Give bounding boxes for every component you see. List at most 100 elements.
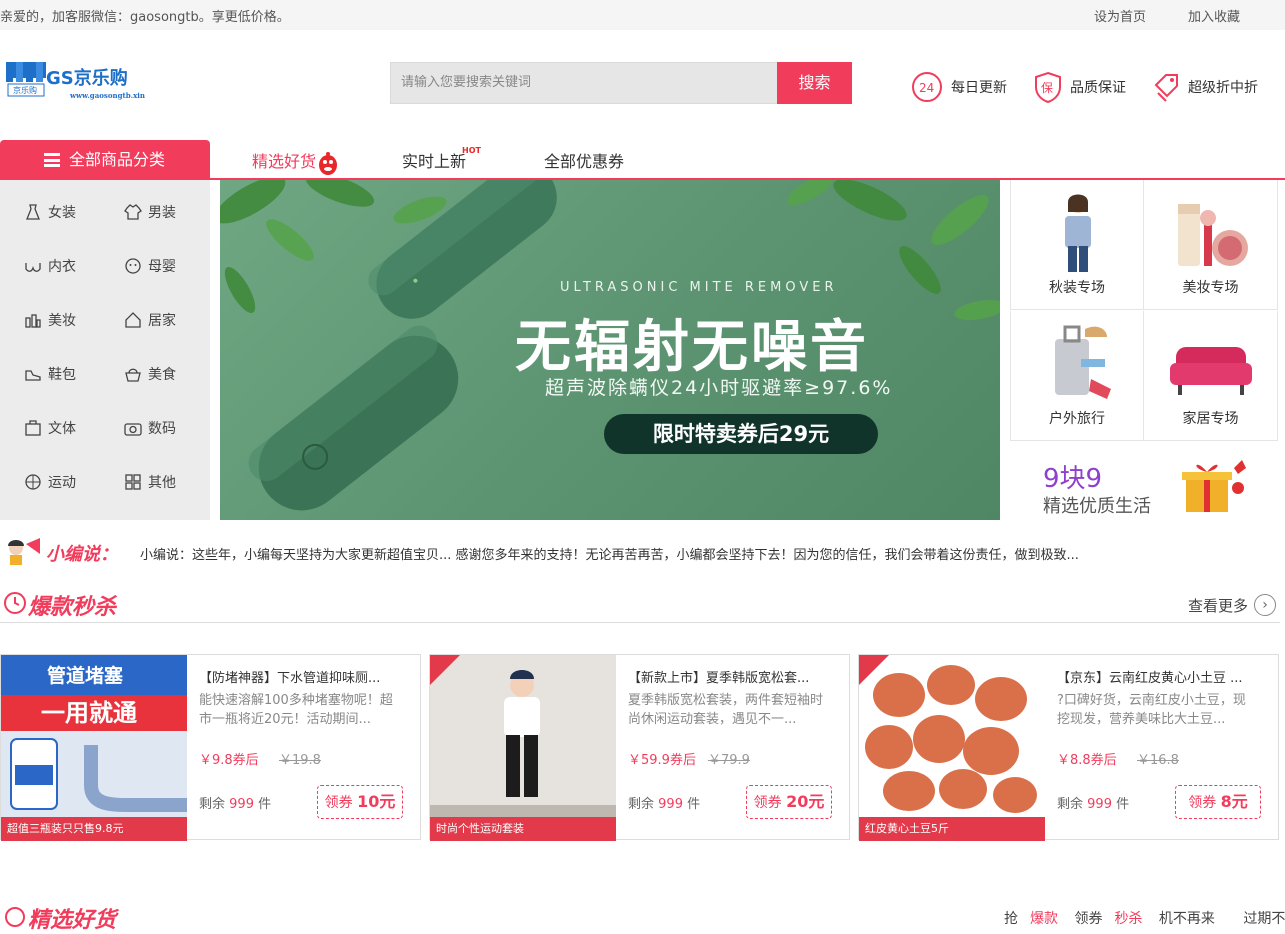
product-title[interactable]: 【京东】云南红皮黄心小土豆 ... [1057,667,1267,686]
cosmetics-photo [1178,204,1248,266]
featured-title: 精选好货 [28,908,117,933]
promo-label: 秋装专场 [1049,280,1105,296]
product-price: ￥8.8券后 [1057,753,1117,768]
product-title[interactable]: 【防堵神器】下水管道抑味厕... [199,667,409,686]
category-label: 母婴 [148,259,176,275]
notice-bar: 小编说： 小编说：这些年，小编每天坚持为大家更新超值宝贝... 感谢您多年来的支… [0,530,1285,574]
category-label: 居家 [148,313,176,329]
gift-box-icon [1182,460,1246,512]
category-baby[interactable]: 母婴 [124,256,176,276]
tag-icon [1154,74,1178,102]
promo-travel[interactable]: 户外旅行 [1010,311,1144,441]
category-other[interactable]: 其他 [124,472,176,492]
category-beauty[interactable]: 美妆 [24,310,76,330]
bra-icon [25,263,41,272]
banner-subline: 超声波除螨仪24小时驱避率≥97.6% [545,377,893,399]
category-stationery[interactable]: 文体 [24,418,76,438]
view-more-link[interactable]: 查看更多 › [1188,594,1277,616]
svg-text:24: 24 [919,81,934,95]
editor-mascot-icon [8,538,40,565]
promo-beauty[interactable]: 美妆专场 [1144,180,1278,310]
get-coupon-button[interactable]: 领券 20元 [746,785,832,819]
category-shoes-bags[interactable]: 鞋包 [24,364,76,384]
featured-filters: 抢爆款 领券秒杀 机不再来 过期不候！ [1004,908,1285,928]
model-photo [1065,194,1091,272]
shoe-icon [25,370,41,381]
filter-item[interactable]: 领券 秒杀 [1074,911,1142,927]
product-description: 能快速溶解100多种堵塞物呢！超市一瓶将近20元！活动期间... [199,693,393,727]
mascot-icon [319,152,337,175]
product-image: 管道堵塞 一用就通 超值三瓶装只只售9.8元 [1,655,187,841]
add-favorite-link[interactable]: 加入收藏 [1188,6,1240,25]
category-women[interactable]: 女装 [24,202,76,222]
product-image: 红皮黄心土豆5斤 [859,655,1045,841]
ball-icon [25,474,41,490]
category-label: 其他 [148,475,176,491]
product-stock: 剩余 999 件 [199,797,272,812]
briefcase-icon [25,420,41,436]
feature-label: 每日更新 [951,80,1007,96]
category-food[interactable]: 美食 [124,364,176,384]
product-original-price: ￥16.8 [1137,753,1179,768]
filter-item[interactable]: 抢爆款 [1004,911,1058,927]
site-logo[interactable]: GS京乐购 京乐购 www.gaosongtb.xin [4,58,164,104]
promo-nine-yuan[interactable]: 9块9 精选优质生活 [1010,442,1285,520]
product-price: ￥59.9券后 [628,753,696,768]
drain-cleaner-photo: 管道堵塞 一用就通 [1,655,187,841]
product-card[interactable]: 时尚个性运动套装 【新款上市】夏季韩版宽松套... 夏季韩版宽松套装，两件套短袖… [429,654,850,841]
logo-url: www.gaosongtb.xin [70,91,145,100]
category-label: 文体 [48,421,76,437]
get-coupon-button[interactable]: 领券 8元 [1175,785,1261,819]
category-sidebar: 女装 男装 内衣 母婴 美妆 居家 鞋包 美食 文体 数码 运动 其他 [0,180,210,520]
feature-discount: 超级折中折 [1152,70,1258,104]
banner-promo-button[interactable]: 限时特卖券后29元 [604,414,878,454]
all-categories-label: 全部商品分类 [69,150,166,169]
shield-icon: 保 [1035,71,1061,103]
category-label: 鞋包 [48,367,76,383]
product-title[interactable]: 【新款上市】夏季韩版宽松套... [628,667,838,686]
bag-icon [5,907,25,927]
product-card[interactable]: 红皮黄心土豆5斤 【京东】云南红皮黄心小土豆 ... ?口碑好货，云南红皮小土豆… [858,654,1279,841]
category-label: 美食 [148,367,176,383]
nav-featured[interactable]: 精选好货 [252,148,316,172]
banner-headline: 无辐射无噪音 [515,315,869,380]
filter-item[interactable]: 过期不候！ [1243,911,1285,927]
image-caption: 超值三瓶装只只售9.8元 [1,817,187,841]
home-icon [125,312,141,328]
category-underwear[interactable]: 内衣 [24,256,76,276]
baby-icon [125,258,141,274]
product-card[interactable]: 管道堵塞 一用就通 超值三瓶装只只售9.8元 【防堵神器】下水管道抑味厕... … [0,654,421,841]
get-coupon-button[interactable]: 领券 10元 [317,785,403,819]
top-message: 亲爱的，加客服微信：gaosongtb。享更低价格。 [0,10,290,25]
category-home[interactable]: 居家 [124,310,176,330]
search-input[interactable]: 请输入您要搜索关键词 [390,62,778,104]
promo-label: 户外旅行 [1049,411,1105,427]
flash-sale-title: 爆款秒杀 [28,595,117,620]
all-categories-button[interactable]: 全部商品分类 [0,140,210,180]
product-price: ￥9.8券后 [199,753,259,768]
hero-banner[interactable]: ULTRASONIC MITE REMOVER 无辐射无噪音 超声波除螨仪24小… [220,180,1000,520]
notice-tag: 小编说： [46,544,118,565]
category-men[interactable]: 男装 [124,202,176,222]
luggage-photo [1055,325,1111,399]
category-digital[interactable]: 数码 [124,418,176,438]
search-button[interactable]: 搜索 [777,62,852,104]
promo-autumn[interactable]: 秋装专场 [1010,180,1144,310]
nav-all-coupons[interactable]: 全部优惠券 [544,148,624,172]
product-original-price: ￥79.9 [708,753,750,768]
feature-daily-update: 24 每日更新 [911,70,1007,104]
svg-text:保: 保 [1041,81,1053,95]
filter-item[interactable]: 机不再来 [1159,911,1227,927]
category-sports[interactable]: 运动 [24,472,76,492]
makeup-icon [25,314,41,328]
nav-new-arrivals[interactable]: 实时上新 [402,148,466,172]
grid-icon [125,474,141,490]
promo-label: 美妆专场 [1182,280,1239,296]
logo-text: GS京乐购 [46,67,128,89]
category-label: 数码 [148,421,176,437]
section-divider [0,622,1280,623]
set-home-link[interactable]: 设为首页 [1094,6,1146,25]
category-label: 内衣 [48,259,76,275]
category-label: 男装 [148,205,176,221]
promo-home[interactable]: 家居专场 [1144,311,1278,441]
